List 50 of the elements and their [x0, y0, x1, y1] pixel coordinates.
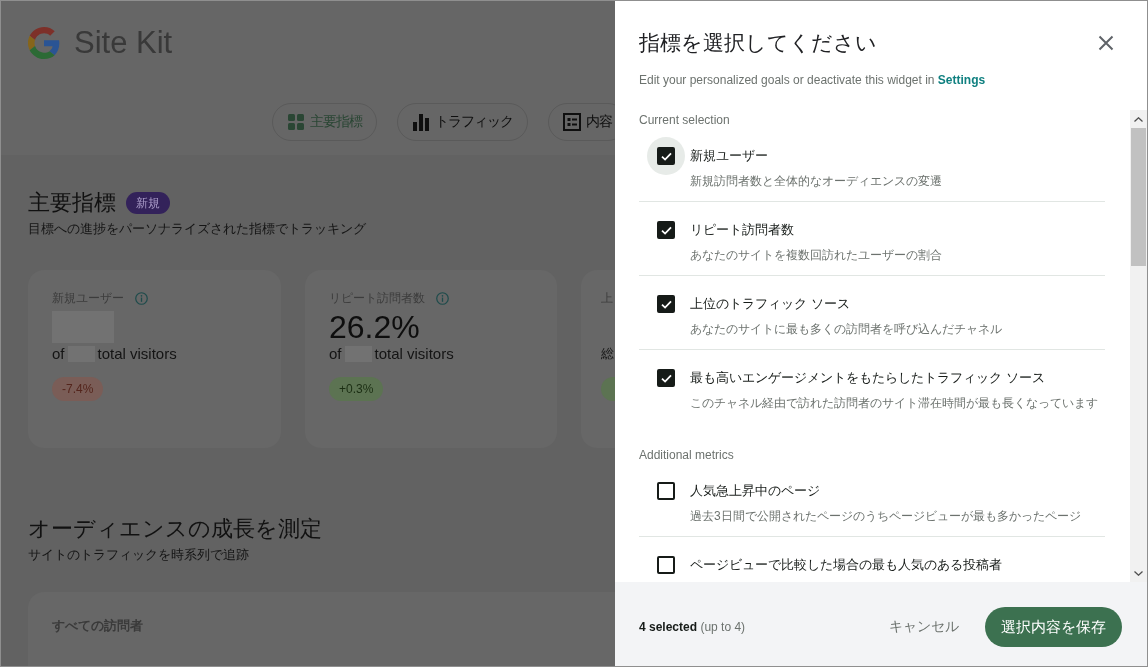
save-button[interactable]: 選択内容を保存: [985, 607, 1122, 647]
checkbox[interactable]: [657, 295, 675, 313]
metric-option-label: 最も高いエンゲージメントをもたらしたトラフィック ソース: [690, 369, 1046, 387]
checkbox[interactable]: [657, 556, 675, 574]
bar-chart-icon: [412, 113, 430, 131]
metric-option-description: 過去3日間で公開されたページのうちページビューが最も多かったページ: [690, 508, 1081, 524]
visitors-note: of: [52, 345, 65, 363]
scroll-down-icon[interactable]: [1134, 571, 1143, 576]
scrollbar[interactable]: [1130, 110, 1147, 582]
visitors-note: of: [329, 345, 342, 363]
selection-count: 4 selected (up to 4): [639, 620, 746, 634]
logo-icon: [28, 27, 60, 59]
checkmark-icon: [660, 225, 672, 235]
group-heading: Current selection: [639, 112, 731, 128]
checkbox[interactable]: [657, 221, 675, 239]
group-heading: Additional metrics: [639, 447, 735, 463]
checkmark-icon: [660, 373, 672, 383]
checkbox[interactable]: [657, 482, 675, 500]
checkmark-icon: [660, 151, 672, 161]
scroll-up-icon[interactable]: [1134, 117, 1143, 122]
section-title: オーディエンスの成長を測定: [28, 515, 322, 543]
section-title: 主要指標: [28, 189, 116, 217]
change-chip: +0.3%: [329, 377, 384, 401]
metric-option-description: このチャネル経由で訪れた訪問者のサイト滞在時間が最も長くなっています: [690, 395, 1098, 411]
visitors-note: total visitors: [97, 345, 177, 363]
cancel-button[interactable]: キャンセル: [889, 618, 959, 636]
panel-title: 指標を選択してください: [639, 30, 877, 56]
metric-option-label: 上位のトラフィック ソース: [690, 295, 851, 313]
new-badge: 新規: [126, 192, 170, 214]
grid-icon: [287, 113, 305, 131]
checkbox[interactable]: [647, 137, 685, 175]
metric-option-description: 新規訪問者数と全体的なオーディエンスの変遷: [690, 173, 942, 189]
checkmark-icon: [660, 299, 672, 309]
list-icon: [563, 113, 581, 131]
metric-option-label: リピート訪問者数: [690, 221, 795, 239]
scrollbar-thumb[interactable]: [1131, 128, 1146, 266]
checkbox[interactable]: [657, 369, 675, 387]
metric-option-description: あなたのサイトに最も多くの訪問者を呼び込んだチャネル: [690, 321, 1002, 337]
section-subtitle: サイトのトラフィックを時系列で追跡: [28, 546, 249, 564]
close-icon[interactable]: [1098, 35, 1114, 51]
metric-option-description: あなたのサイトを複数回訪れたユーザーの割合: [690, 247, 942, 263]
change-chip: -7.4%: [52, 377, 104, 401]
panel-description: Edit your personalized goals or deactivate this widget in Settings: [639, 72, 986, 89]
metric-option-label: ページビューで比較した場合の最も人気のある投稿者: [690, 556, 1002, 574]
metric-value: 26.2%: [329, 309, 420, 345]
metric-option-label: 人気急上昇中のページ: [690, 482, 821, 500]
visitors-note: total visitors: [374, 345, 454, 363]
settings-link[interactable]: Settings: [937, 73, 986, 87]
visitors-note: 総: [601, 345, 614, 363]
metric-option-label: 新規ユーザー: [690, 147, 769, 165]
